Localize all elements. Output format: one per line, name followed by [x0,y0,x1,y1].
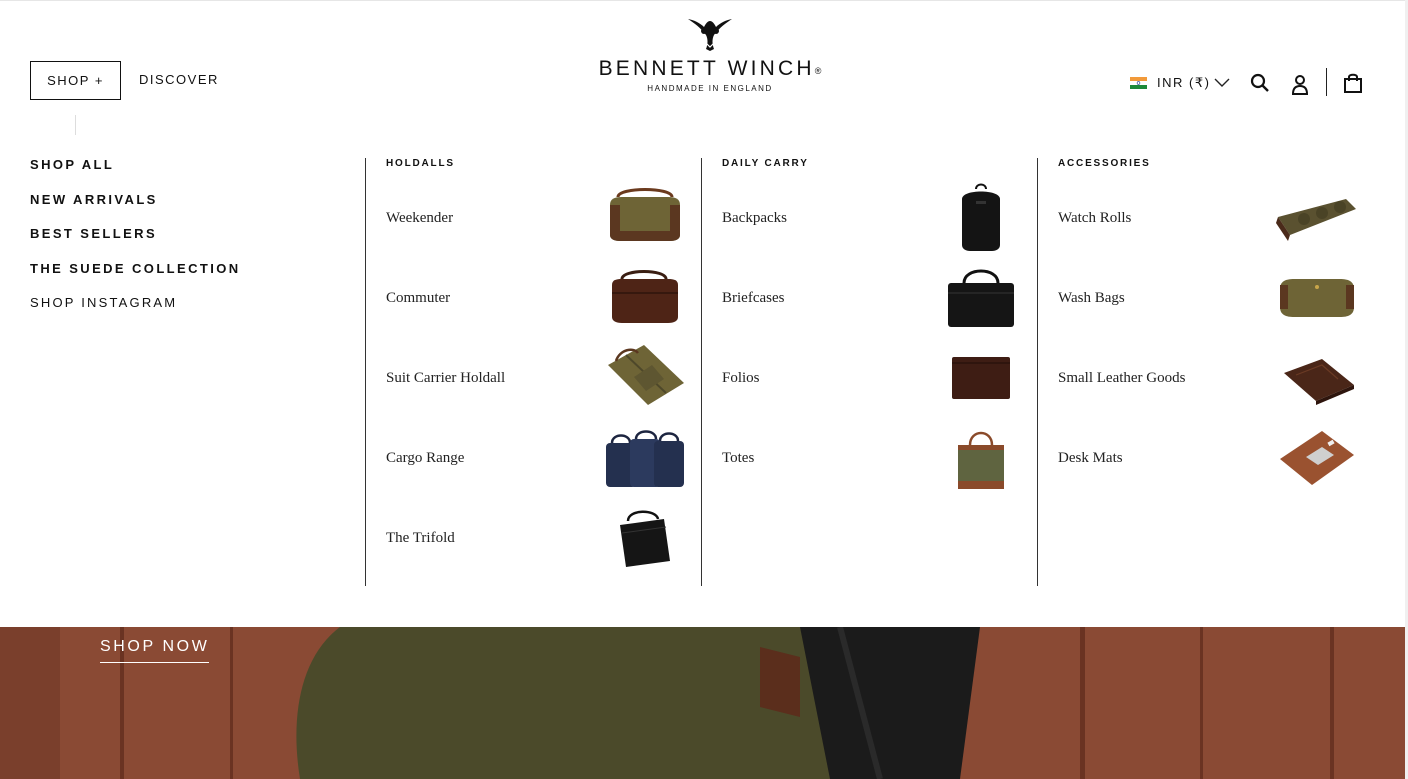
search-icon[interactable] [1250,73,1270,98]
tote-bag-image [958,431,1004,489]
menu-item-folios[interactable]: Folios [722,343,1022,413]
menu-item-label: Wash Bags [1058,290,1125,306]
menu-item-label: Suit Carrier Holdall [386,370,506,386]
shop-now-link[interactable]: SHOP NOW [100,638,210,663]
currency-selector[interactable]: INR (₹) [1130,75,1230,91]
menu-item-backpacks[interactable]: Backpacks [722,183,1022,253]
holdalls-column: HOLDALLS Weekender Commuter Suit Carrier… [365,158,701,586]
header-divider [1326,68,1327,96]
daily-carry-heading: DAILY CARRY [722,158,809,169]
briefcase-image [948,269,1014,327]
weekender-bag-image [610,188,680,241]
menu-item-label: Small Leather Goods [1058,370,1186,386]
cart-icon[interactable] [1343,73,1363,98]
trifold-bag-image [620,510,670,567]
site-header: SHOP + DISCOVER BENNETT WINCH® HANDMADE … [0,0,1405,136]
suede-collection-link[interactable]: THE SUEDE COLLECTION [30,261,241,276]
menu-item-label: Folios [722,370,760,386]
menu-item-suit-carrier-holdall[interactable]: Suit Carrier Holdall [386,343,686,413]
menu-item-label: Desk Mats [1058,450,1123,466]
india-flag-icon [1130,77,1147,89]
shop-instagram-link[interactable]: SHOP INSTAGRAM [30,295,177,310]
leather-wallet-image [1284,359,1354,405]
menu-item-label: Weekender [386,210,454,226]
holdalls-heading: HOLDALLS [386,158,455,169]
menu-item-label: Watch Rolls [1058,210,1132,226]
backpack-image [962,183,1000,251]
shop-menu-button[interactable]: SHOP + [30,61,121,100]
brand-tagline: HANDMADE IN ENGLAND [647,84,773,93]
accessories-column: ACCESSORIES Watch Rolls Wash Bags Small … [1037,158,1373,586]
menu-item-desk-mats[interactable]: Desk Mats [1058,423,1358,493]
menu-item-commuter[interactable]: Commuter [386,263,686,333]
folio-image [952,357,1010,399]
discover-link[interactable]: DISCOVER [139,72,219,87]
menu-item-cargo-range[interactable]: Cargo Range [386,423,686,493]
hero-image [0,627,1405,779]
desk-mat-image [1280,431,1354,485]
suit-carrier-image [608,345,684,405]
menu-item-small-leather-goods[interactable]: Small Leather Goods [1058,343,1358,413]
watch-roll-image [1276,199,1356,241]
new-arrivals-link[interactable]: NEW ARRIVALS [30,192,158,207]
currency-label: INR (₹) [1157,75,1211,90]
accessories-heading: ACCESSORIES [1058,158,1151,169]
hero-banner [0,627,1405,779]
menu-item-briefcases[interactable]: Briefcases [722,263,1022,333]
menu-item-label: Cargo Range [386,450,465,466]
shop-all-link[interactable]: SHOP ALL [30,157,114,172]
account-icon[interactable] [1291,74,1309,100]
chevron-down-icon [1214,78,1230,87]
menu-item-label: Commuter [386,290,451,306]
commuter-bag-image [612,270,678,323]
menu-item-weekender[interactable]: Weekender [386,183,686,253]
brand-logo[interactable]: BENNETT WINCH® HANDMADE IN ENGLAND [585,17,835,103]
menu-item-label: Briefcases [722,290,785,306]
menu-item-label: Backpacks [722,210,787,226]
menu-item-label: The Trifold [386,530,455,546]
menu-item-totes[interactable]: Totes [722,423,1022,493]
menu-item-the-trifold[interactable]: The Trifold [386,503,686,573]
shop-mega-menu: SHOP ALL NEW ARRIVALS BEST SELLERS THE S… [0,135,1405,627]
cargo-bags-image [606,430,684,487]
brand-name: BENNETT WINCH® [598,57,822,80]
wash-bag-image [1280,279,1354,317]
best-sellers-link[interactable]: BEST SELLERS [30,226,157,241]
swallows-logo-icon [688,19,732,51]
menu-item-watch-rolls[interactable]: Watch Rolls [1058,183,1358,253]
daily-carry-column: DAILY CARRY Backpacks Briefcases Folios [701,158,1037,586]
menu-item-wash-bags[interactable]: Wash Bags [1058,263,1358,333]
menu-tab-marker [75,115,76,135]
menu-item-label: Totes [722,450,755,466]
